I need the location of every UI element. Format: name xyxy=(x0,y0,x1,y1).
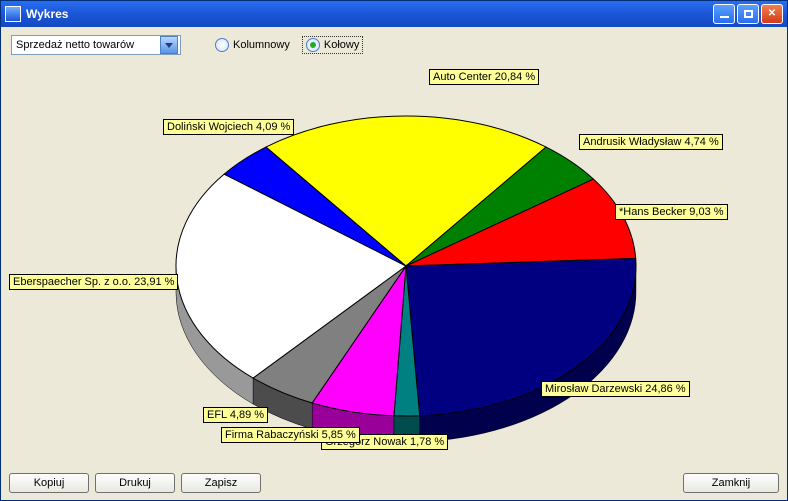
metric-value: Sprzedaż netto towarów xyxy=(16,39,160,51)
window-maximize-button[interactable] xyxy=(737,4,759,24)
pie-chart xyxy=(1,56,788,464)
print-button[interactable]: Drukuj xyxy=(95,473,175,493)
window-close-button[interactable] xyxy=(761,4,783,24)
slice-label: Mirosław Darzewski 24,86 % xyxy=(541,381,690,397)
radio-icon xyxy=(306,38,320,52)
chart-type-column-radio[interactable]: Kolumnowy xyxy=(215,38,290,52)
footer: Kopiuj Drukuj Zapisz Zamknij xyxy=(1,466,787,500)
app-window: Wykres Sprzedaż netto towarów Kolumnowy … xyxy=(0,0,788,501)
window-minimize-button[interactable] xyxy=(713,4,735,24)
chart-type-column-label: Kolumnowy xyxy=(233,39,290,51)
metric-dropdown[interactable]: Sprzedaż netto towarów xyxy=(11,35,181,55)
slice-label: Firma Rabaczyński 5,85 % xyxy=(221,427,360,443)
save-button[interactable]: Zapisz xyxy=(181,473,261,493)
copy-button[interactable]: Kopiuj xyxy=(9,473,89,493)
slice-label: *Hans Becker 9,03 % xyxy=(615,204,728,220)
slice-label: EFL 4,89 % xyxy=(203,407,268,423)
titlebar: Wykres xyxy=(1,1,787,27)
window-title: Wykres xyxy=(26,7,713,21)
close-button[interactable]: Zamknij xyxy=(683,473,779,493)
radio-icon xyxy=(215,38,229,52)
slice-label: Eberspaecher Sp. z o.o. 23,91 % xyxy=(9,274,178,290)
chart-area: Auto Center 20,84 % Andrusik Władysław 4… xyxy=(1,56,787,462)
chart-type-pie-radio[interactable]: Kołowy xyxy=(302,36,363,54)
slice-label: Andrusik Władysław 4,74 % xyxy=(579,134,723,150)
slice-label: Auto Center 20,84 % xyxy=(429,69,539,85)
chevron-down-icon xyxy=(160,36,178,54)
slice-label: Doliński Wojciech 4,09 % xyxy=(163,119,294,135)
app-icon xyxy=(5,6,21,22)
chart-type-pie-label: Kołowy xyxy=(324,39,359,51)
